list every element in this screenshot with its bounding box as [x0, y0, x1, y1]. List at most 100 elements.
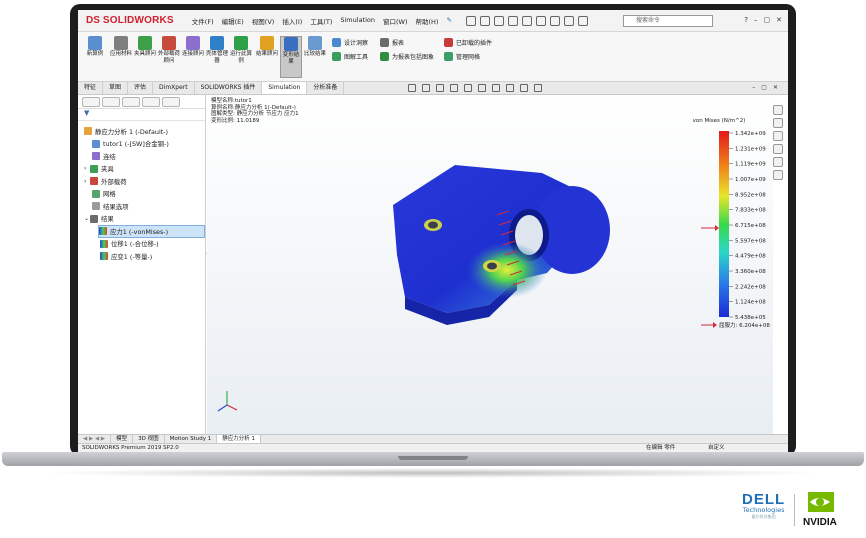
- unloaded-addins-button[interactable]: 已卸载的插件: [444, 38, 492, 47]
- menu-insert[interactable]: 插入(I): [278, 16, 306, 26]
- tree-item-result-options[interactable]: 结果选项: [84, 200, 205, 213]
- file-explorer-tab-icon[interactable]: [773, 131, 783, 141]
- tree-item-fixtures[interactable]: › 夹具: [84, 163, 205, 176]
- scene-icon[interactable]: [520, 84, 528, 92]
- tree-study-root[interactable]: 静应力分析 1 (-Default-): [84, 125, 205, 138]
- viewport-close-icon[interactable]: ✕: [773, 84, 778, 91]
- close-icon[interactable]: ✕: [776, 16, 782, 24]
- configuration-tab-icon[interactable]: [122, 97, 140, 107]
- menu-bar: DS SOLIDWORKS 文件(F) 编辑(E) 视图(V) 插入(I) 工具…: [78, 10, 788, 32]
- open-file-icon[interactable]: [493, 15, 504, 26]
- viewport-restore-icon[interactable]: ▢: [761, 84, 767, 91]
- status-units[interactable]: 自定义: [708, 444, 725, 452]
- menu-tools[interactable]: 工具(T): [306, 16, 336, 26]
- new-study-button[interactable]: 新算例: [84, 36, 106, 58]
- new-file-icon[interactable]: [479, 15, 490, 26]
- tab-model[interactable]: 模型: [111, 435, 134, 443]
- tree-item-connections[interactable]: 连结: [84, 150, 205, 163]
- menu-view[interactable]: 视图(V): [248, 16, 279, 26]
- save-icon[interactable]: [507, 15, 518, 26]
- previous-view-icon[interactable]: [436, 84, 444, 92]
- section-view-icon[interactable]: [450, 84, 458, 92]
- fixtures-advisor-button[interactable]: 夹具顾问: [134, 36, 156, 58]
- options-icon[interactable]: [577, 15, 588, 26]
- undo-icon[interactable]: [535, 15, 546, 26]
- legend-value-label: 2.242e+08: [735, 284, 766, 290]
- monitor-icon[interactable]: [534, 84, 542, 92]
- rebuild-icon[interactable]: [563, 15, 574, 26]
- mounting-hole-1-inner: [428, 221, 438, 229]
- display-manager-tab-icon[interactable]: [162, 97, 180, 107]
- tab-dimxpert[interactable]: DimXpert: [153, 82, 195, 94]
- main-menu: 文件(F) 编辑(E) 视图(V) 插入(I) 工具(T) Simulation…: [188, 16, 456, 26]
- menu-window[interactable]: 窗口(W): [379, 16, 412, 26]
- graphics-viewport[interactable]: 模型名称:tutor1 算例名称:静应力分析 1(-Default-) 图解类型…: [207, 95, 773, 434]
- manage-network-button[interactable]: 管理网格: [444, 52, 480, 61]
- print-icon[interactable]: [521, 15, 532, 26]
- apply-material-button[interactable]: 应用材料: [110, 36, 132, 58]
- appearances-tab-icon[interactable]: [773, 157, 783, 167]
- tree-item-displacement[interactable]: 位移1 (-合位移-): [84, 238, 205, 251]
- connections-advisor-button[interactable]: 连接顾问: [182, 36, 204, 58]
- network-icon: [444, 52, 453, 61]
- menu-help[interactable]: 帮助(H): [412, 16, 443, 26]
- tab-sketch[interactable]: 草图: [103, 82, 129, 94]
- search-input[interactable]: 搜索命令: [623, 15, 713, 27]
- tree-item-strain[interactable]: 应变1 (-等量-): [84, 250, 205, 263]
- tab-motion-study[interactable]: Motion Study 1: [165, 435, 218, 443]
- home-icon[interactable]: [465, 15, 476, 26]
- compare-results-button[interactable]: 比较结果: [304, 36, 326, 58]
- restore-icon[interactable]: ▢: [764, 16, 771, 24]
- dell-logo: DELL Technologies 戴尔科技集团: [742, 491, 785, 520]
- display-style-icon[interactable]: [478, 84, 486, 92]
- view-orientation-icon[interactable]: [464, 84, 472, 92]
- tab-evaluate[interactable]: 评估: [128, 82, 154, 94]
- tab-features[interactable]: 特征: [78, 82, 104, 94]
- plot-tools-button[interactable]: 图解工具: [332, 52, 368, 61]
- pin-icon[interactable]: ✎: [442, 16, 455, 26]
- property-manager-tab-icon[interactable]: [102, 97, 120, 107]
- select-icon[interactable]: [549, 15, 560, 26]
- zoom-fit-icon[interactable]: [408, 84, 416, 92]
- tree-item-results[interactable]: ⌄ 结果: [84, 213, 205, 226]
- include-image-button[interactable]: 为报表包括图象: [380, 52, 434, 61]
- deformed-result-button[interactable]: 变形结果: [280, 36, 302, 78]
- tree-item-external-loads[interactable]: › 外部载荷: [84, 175, 205, 188]
- minimize-icon[interactable]: –: [754, 16, 758, 24]
- bracket-model[interactable]: [393, 165, 610, 325]
- results-advisor-button[interactable]: 结果顾问: [256, 36, 278, 58]
- custom-properties-tab-icon[interactable]: [773, 170, 783, 180]
- menu-file[interactable]: 文件(F): [188, 16, 218, 26]
- tab-simulation[interactable]: Simulation: [262, 82, 308, 94]
- zoom-area-icon[interactable]: [422, 84, 430, 92]
- shell-manager-button[interactable]: 壳体管理器: [206, 36, 228, 65]
- app-logo[interactable]: DS SOLIDWORKS: [78, 10, 182, 32]
- resources-tab-icon[interactable]: [773, 105, 783, 115]
- run-study-button[interactable]: 运行此算例: [230, 36, 252, 65]
- tab-analysis-prep[interactable]: 分析准备: [307, 82, 345, 94]
- tree-item-mesh[interactable]: 网格: [84, 188, 205, 201]
- tree-item-stress[interactable]: 应力1 (-vonMises-): [98, 225, 205, 238]
- task-pane-tabs: [773, 105, 785, 205]
- dimxpert-tab-icon[interactable]: [142, 97, 160, 107]
- axis-triad[interactable]: [217, 391, 238, 412]
- filter-icon[interactable]: ▼: [78, 109, 205, 121]
- tab-addins[interactable]: SOLIDWORKS 插件: [195, 82, 263, 94]
- viewport-minimize-icon[interactable]: –: [752, 84, 755, 91]
- tab-3d-views[interactable]: 3D 视图: [133, 435, 165, 443]
- help-icon[interactable]: ?: [744, 16, 748, 24]
- menu-edit[interactable]: 编辑(E): [218, 16, 248, 26]
- external-loads-button[interactable]: 外部载荷顾问: [158, 36, 180, 65]
- report-button[interactable]: 报表: [380, 38, 404, 47]
- menu-simulation[interactable]: Simulation: [336, 16, 379, 26]
- appearance-icon[interactable]: [506, 84, 514, 92]
- tree-item-part[interactable]: tutor1 (-[SW]合金钢-): [84, 138, 205, 151]
- hide-show-icon[interactable]: [492, 84, 500, 92]
- feature-tree-tab-icon[interactable]: [82, 97, 100, 107]
- tab-nav-arrows[interactable]: ◀ ▶ ◀ ▶: [78, 435, 112, 443]
- design-insight-button[interactable]: 设计洞察: [332, 38, 368, 47]
- tab-static-study[interactable]: 静应力分析 1: [217, 435, 261, 443]
- design-library-tab-icon[interactable]: [773, 118, 783, 128]
- view-palette-tab-icon[interactable]: [773, 144, 783, 154]
- legend-title: von Mises (N/m^2): [693, 118, 746, 124]
